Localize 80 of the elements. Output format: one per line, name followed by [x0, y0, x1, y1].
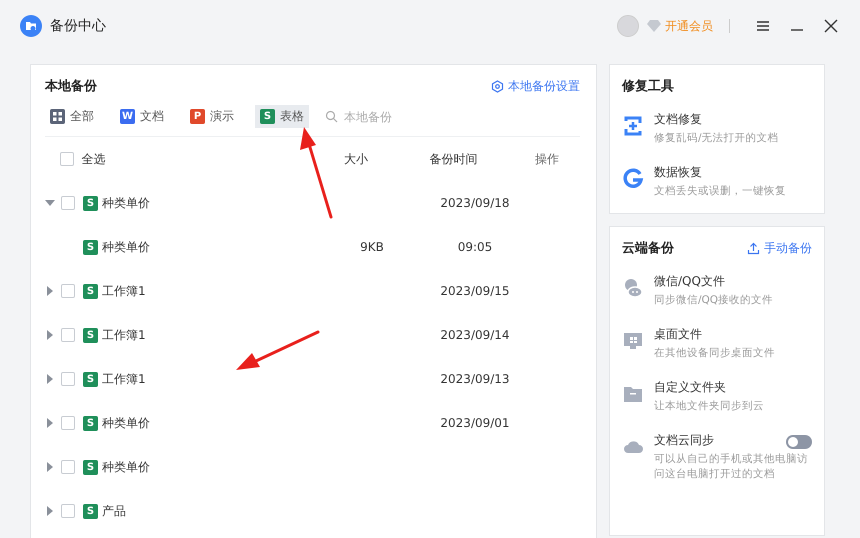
- settings-icon: [491, 80, 504, 92]
- file-type-icon: S: [260, 109, 275, 124]
- backup-time: 09:05: [458, 240, 492, 254]
- vip-badge-icon: [647, 19, 661, 33]
- spreadsheet-icon: S: [83, 460, 98, 474]
- monitor-icon: [622, 330, 644, 352]
- section-title: 修复工具: [622, 78, 674, 95]
- backup-time: 2023/09/18: [440, 196, 510, 210]
- tool-description: 修复乱码/无法打开的文档: [654, 131, 780, 146]
- filter-tab[interactable]: S 表格: [255, 105, 309, 128]
- spreadsheet-icon: S: [83, 328, 98, 342]
- column-header: 大小: [344, 152, 368, 166]
- search-icon: [325, 110, 338, 123]
- backup-option-description: 可以从自己的手机或其他电脑访问这台电脑打开过的文档: [654, 452, 809, 482]
- expand-caret-icon[interactable]: [45, 418, 55, 428]
- file-size: 9KB: [360, 240, 384, 254]
- checkbox[interactable]: [61, 416, 75, 430]
- spreadsheet-icon: S: [83, 196, 98, 210]
- search-field[interactable]: 本地备份: [342, 108, 426, 124]
- backup-option-description: 同步微信/QQ接收的文件: [654, 293, 774, 308]
- backup-option-title[interactable]: 自定义文件夹: [654, 379, 726, 396]
- checkbox[interactable]: [61, 460, 75, 474]
- file-name: 工作簿1: [102, 282, 147, 300]
- tool-title[interactable]: 数据恢复: [654, 164, 812, 181]
- file-name: 种类单价: [102, 194, 151, 212]
- backup-time: 2023/09/14: [440, 328, 510, 342]
- backup-time: 2023/09/01: [440, 416, 510, 430]
- column-header: 备份时间: [430, 152, 478, 166]
- backup-option-description: 在其他设备同步桌面文件: [654, 346, 776, 361]
- checkbox[interactable]: [61, 284, 75, 298]
- spreadsheet-icon: S: [83, 416, 98, 430]
- backup-option-title[interactable]: 文档云同步: [654, 432, 714, 449]
- expand-caret-icon[interactable]: [45, 374, 55, 384]
- file-name: 种类单价: [102, 458, 151, 476]
- collapse-caret-icon[interactable]: [45, 198, 55, 208]
- chat-icon: [622, 277, 644, 299]
- tool-description: 文档丢失或误删，一键恢复: [654, 184, 787, 199]
- file-name: 工作簿1: [102, 370, 147, 388]
- expand-caret-icon[interactable]: [45, 330, 55, 340]
- checkbox[interactable]: [61, 196, 75, 210]
- close-icon[interactable]: [822, 17, 840, 35]
- checkbox[interactable]: [61, 504, 75, 518]
- manual-backup-link[interactable]: 手动备份: [747, 240, 812, 256]
- file-name: 工作簿1: [102, 326, 147, 344]
- upload-icon: [747, 242, 760, 254]
- column-header: 全选: [82, 150, 107, 168]
- app-logo-icon: [20, 15, 42, 37]
- spreadsheet-icon: S: [83, 284, 98, 298]
- backup-time: 2023/09/15: [440, 284, 510, 298]
- backup-option-description: 让本地文件夹同步到云: [654, 399, 765, 414]
- filter-tab[interactable]: W 文档: [115, 105, 169, 128]
- section-title: 云端备份: [622, 240, 674, 257]
- file-type-icon: W: [120, 109, 135, 124]
- sync-toggle[interactable]: [786, 434, 812, 448]
- spreadsheet-icon: S: [83, 240, 98, 254]
- checkbox[interactable]: [61, 328, 75, 342]
- spreadsheet-icon: S: [83, 504, 98, 518]
- expand-caret-icon[interactable]: [45, 462, 55, 472]
- recovery-icon: [622, 168, 644, 190]
- backup-option-title[interactable]: 桌面文件: [654, 326, 702, 343]
- settings-link[interactable]: 本地备份设置: [491, 78, 580, 94]
- file-name: 种类单价: [102, 414, 151, 432]
- backup-option-title[interactable]: 微信/QQ文件: [654, 273, 725, 290]
- expand-caret-icon[interactable]: [45, 286, 55, 296]
- filter-tab[interactable]: P 演示: [185, 105, 239, 128]
- spreadsheet-icon: S: [83, 372, 98, 386]
- grid-icon: [50, 109, 65, 124]
- select-all-checkbox[interactable]: [60, 152, 74, 166]
- tool-title[interactable]: 文档修复: [654, 111, 812, 128]
- window-title: 备份中心: [50, 17, 106, 35]
- checkbox[interactable]: [61, 372, 75, 386]
- backup-time: 2023/09/13: [440, 372, 510, 386]
- column-header: 操作: [534, 152, 559, 166]
- file-type-icon: P: [190, 109, 205, 124]
- file-name: 产品: [102, 502, 127, 520]
- section-title: 本地备份: [45, 78, 97, 95]
- expand-caret-icon[interactable]: [45, 506, 55, 516]
- filter-tab[interactable]: 全部: [45, 105, 99, 128]
- repair-icon: [622, 115, 644, 137]
- file-name: 种类单价: [102, 238, 151, 256]
